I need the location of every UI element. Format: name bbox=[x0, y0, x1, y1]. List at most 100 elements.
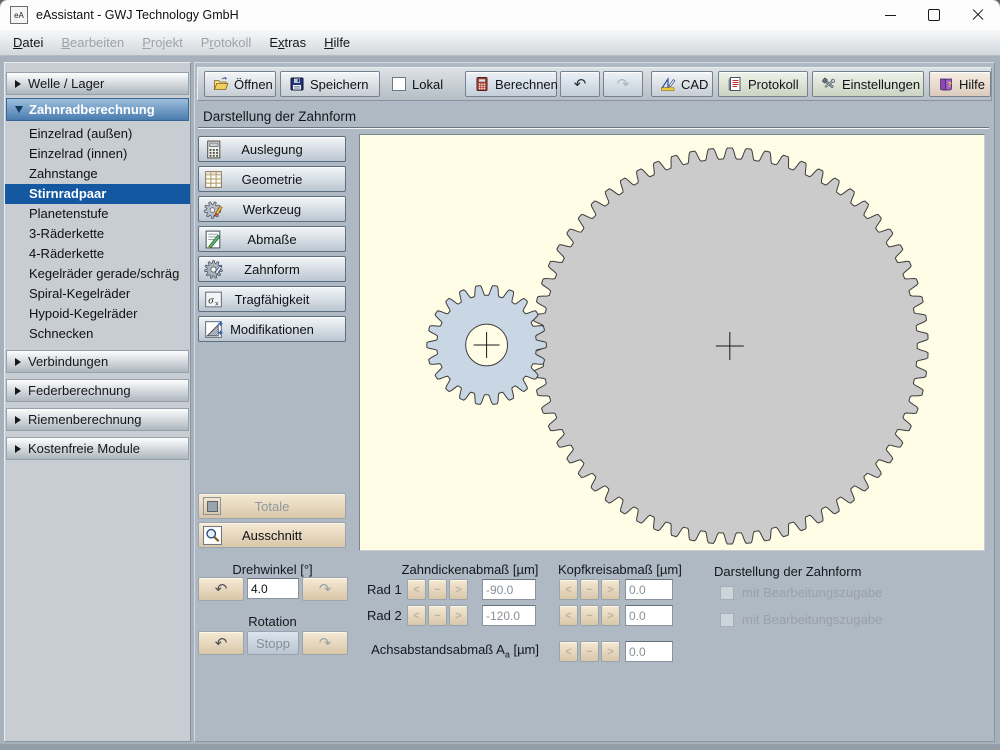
gear-canvas[interactable] bbox=[359, 134, 985, 551]
sidebar-item-hypoid-kegelraeder[interactable]: Hypoid-Kegelräder bbox=[5, 304, 190, 324]
calculate-button[interactable]: Berechnen bbox=[465, 71, 557, 97]
sidebar-item-spiral-kegelraeder[interactable]: Spiral-Kegelräder bbox=[5, 284, 190, 304]
ccw-arrow-icon: ↶ bbox=[215, 582, 228, 597]
sidebar-section-federberechnung[interactable]: Federberechnung bbox=[6, 379, 189, 402]
menu-bar: Datei Bearbeiten Projekt Protokoll Extra… bbox=[0, 30, 1000, 56]
tragfaehigkeit-button-label: Tragfähigkeit bbox=[199, 287, 345, 311]
kopfkreis1-input[interactable] bbox=[625, 579, 673, 600]
drehwinkel-label: Drehwinkel [°] bbox=[198, 562, 347, 577]
menu-hilfe[interactable]: Hilfe bbox=[315, 32, 359, 53]
collapsed-arrow-icon bbox=[15, 445, 21, 453]
geometrie-button-label: Geometrie bbox=[199, 167, 345, 191]
sidebar-section-kostenfreie-module[interactable]: Kostenfreie Module bbox=[6, 437, 189, 460]
minimize-button[interactable] bbox=[868, 0, 912, 30]
collapsed-arrow-icon bbox=[15, 416, 21, 424]
sidebar-item-kegelraeder[interactable]: Kegelräder gerade/schräg bbox=[5, 264, 190, 284]
app-icon-text: eA bbox=[14, 11, 24, 20]
zero-button: − bbox=[428, 605, 447, 626]
open-button[interactable]: Öffnen bbox=[204, 71, 276, 97]
sidebar-item-einzelrad-innen[interactable]: Einzelrad (innen) bbox=[5, 144, 190, 164]
increase-button: > bbox=[449, 579, 468, 600]
local-checkbox[interactable] bbox=[392, 77, 406, 91]
decrease-button: < bbox=[559, 579, 578, 600]
calculate-button-label: Berechnen bbox=[495, 77, 558, 92]
rotate-ccw-step-button[interactable]: ↶ bbox=[198, 577, 244, 601]
main-panel: Öffnen Speichern Lokal Berechn bbox=[194, 62, 995, 742]
auslegung-button[interactable]: Auslegung bbox=[198, 136, 346, 162]
sidebar-section-riemenberechnung[interactable]: Riemenberechnung bbox=[6, 408, 189, 431]
decrease-button: < bbox=[559, 641, 578, 662]
sidebar-item-planetenstufe[interactable]: Planetenstufe bbox=[5, 204, 190, 224]
zero-button: − bbox=[580, 641, 599, 662]
help-button[interactable]: ? Hilfe bbox=[929, 71, 991, 97]
werkzeug-button[interactable]: Werkzeug bbox=[198, 196, 346, 222]
sidebar-item-stirnradpaar[interactable]: Stirnradpaar bbox=[5, 184, 190, 204]
zahnform-button[interactable]: Zahnform bbox=[198, 256, 346, 282]
cad-button[interactable]: CAD bbox=[651, 71, 713, 97]
modifikationen-button-label: Modifikationen bbox=[199, 317, 345, 341]
kopfkreis2-input[interactable] bbox=[625, 605, 673, 626]
drehwinkel-input[interactable] bbox=[247, 578, 299, 599]
maximize-button[interactable] bbox=[912, 0, 956, 30]
increase-button: > bbox=[601, 641, 620, 662]
section-label: Kostenfreie Module bbox=[28, 441, 140, 456]
undo-icon: ↶ bbox=[574, 77, 587, 92]
stop-button-label: Stopp bbox=[256, 636, 290, 651]
achsabstand-input[interactable] bbox=[625, 641, 673, 662]
collapsed-arrow-icon bbox=[15, 80, 21, 88]
protocol-button[interactable]: Protokoll bbox=[718, 71, 808, 97]
sidebar-item-zahnstange[interactable]: Zahnstange bbox=[5, 164, 190, 184]
minimize-icon bbox=[885, 15, 896, 16]
rotate-cw-step-button[interactable]: ↷ bbox=[302, 577, 348, 601]
kopfkreis2-stepper: < − > bbox=[559, 605, 620, 626]
collapsed-arrow-icon bbox=[15, 358, 21, 366]
gear-canvas-svg bbox=[360, 135, 984, 550]
local-checkbox-group: Lokal bbox=[392, 77, 453, 92]
window-controls bbox=[868, 0, 1000, 30]
section-label: Verbindungen bbox=[28, 354, 108, 369]
sidebar-item-4-raederkette[interactable]: 4-Räderkette bbox=[5, 244, 190, 264]
rad1-zahndicke-input[interactable] bbox=[482, 579, 536, 600]
increase-button: > bbox=[601, 579, 620, 600]
settings-button[interactable]: Einstellungen bbox=[812, 71, 924, 97]
menu-extras[interactable]: Extras bbox=[260, 32, 315, 53]
zero-button: − bbox=[580, 605, 599, 626]
toolbar: Öffnen Speichern Lokal Berechn bbox=[197, 67, 992, 101]
geometrie-button[interactable]: Geometrie bbox=[198, 166, 346, 192]
increase-button: > bbox=[449, 605, 468, 626]
save-button[interactable]: Speichern bbox=[280, 71, 380, 97]
rotation-ccw-button[interactable]: ↶ bbox=[198, 631, 244, 655]
sidebar-item-3-raederkette[interactable]: 3-Räderkette bbox=[5, 224, 190, 244]
menu-projekt: Projekt bbox=[133, 32, 191, 53]
rotation-stop-button: Stopp bbox=[247, 631, 299, 655]
redo-icon: ↷ bbox=[617, 77, 630, 92]
rad1-stepper: < − > bbox=[407, 579, 468, 600]
modifikationen-button[interactable]: Modifikationen bbox=[198, 316, 346, 342]
menu-datei[interactable]: Datei bbox=[4, 32, 52, 53]
help-button-label: Hilfe bbox=[959, 77, 985, 92]
notepad-icon bbox=[727, 76, 743, 92]
sidebar-section-welle-lager[interactable]: Welle / Lager bbox=[6, 72, 189, 95]
undo-button[interactable]: ↶ bbox=[560, 71, 600, 97]
kopfkreis1-stepper: < − > bbox=[559, 579, 620, 600]
sidebar-section-verbindungen[interactable]: Verbindungen bbox=[6, 350, 189, 373]
menu-bearbeiten: Bearbeiten bbox=[52, 32, 133, 53]
settings-button-label: Einstellungen bbox=[842, 77, 920, 92]
section-label: Riemenberechnung bbox=[28, 412, 141, 427]
section-label: Federberechnung bbox=[28, 383, 131, 398]
tragfaehigkeit-button[interactable]: σx Tragfähigkeit bbox=[198, 286, 346, 312]
ausschnitt-button[interactable]: Ausschnitt bbox=[198, 522, 346, 548]
collapsed-arrow-icon bbox=[15, 387, 21, 395]
decrease-button: < bbox=[407, 605, 426, 626]
rad2-zahndicke-input[interactable] bbox=[482, 605, 536, 626]
app-window: eA eAssistant - GWJ Technology GmbH Date… bbox=[0, 0, 1000, 750]
local-checkbox-label: Lokal bbox=[412, 77, 443, 92]
close-button[interactable] bbox=[956, 0, 1000, 30]
kopfkreis-header: Kopfkreisabmaß [µm] bbox=[558, 562, 682, 577]
sidebar-section-zahnradberechnung[interactable]: Zahnradberechnung bbox=[6, 98, 189, 121]
rotation-cw-button[interactable]: ↷ bbox=[302, 631, 348, 655]
bearbeitungszugabe1-row: mit Bearbeitungszugabe bbox=[720, 585, 882, 600]
sidebar-item-schnecken[interactable]: Schnecken bbox=[5, 324, 190, 344]
abmasse-button[interactable]: Abmaße bbox=[198, 226, 346, 252]
sidebar-item-einzelrad-aussen[interactable]: Einzelrad (außen) bbox=[5, 124, 190, 144]
